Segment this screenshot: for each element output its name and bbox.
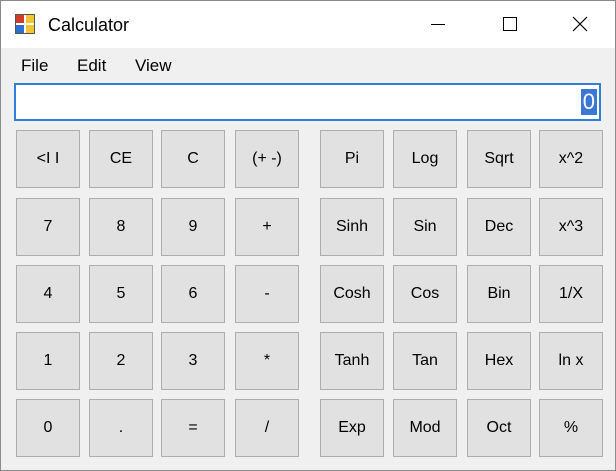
digit-4-button[interactable]: 4 [16, 265, 80, 323]
title-bar[interactable]: Calculator [1, 1, 615, 48]
minimize-button[interactable] [403, 1, 473, 48]
menu-edit[interactable]: Edit [77, 56, 106, 76]
reciprocal-button[interactable]: 1/X [539, 265, 603, 323]
close-button[interactable] [545, 1, 615, 48]
negate-button[interactable]: (+ -) [235, 130, 299, 188]
minimize-icon [431, 24, 445, 25]
add-button[interactable]: + [235, 198, 299, 256]
cosh-button[interactable]: Cosh [320, 265, 384, 323]
maximize-icon [503, 17, 517, 31]
maximize-button[interactable] [475, 1, 545, 48]
digit-8-button[interactable]: 8 [89, 198, 153, 256]
tanh-button[interactable]: Tanh [320, 332, 384, 390]
backspace-button[interactable]: <I I [16, 130, 80, 188]
sinh-button[interactable]: Sinh [320, 198, 384, 256]
clear-entry-button[interactable]: CE [89, 130, 153, 188]
divide-button[interactable]: / [235, 399, 299, 457]
natural-log-button[interactable]: ln x [539, 332, 603, 390]
bin-button[interactable]: Bin [467, 265, 531, 323]
digit-2-button[interactable]: 2 [89, 332, 153, 390]
digit-3-button[interactable]: 3 [161, 332, 225, 390]
cube-button[interactable]: x^3 [539, 198, 603, 256]
menu-bar: File Edit View [1, 48, 615, 78]
hex-button[interactable]: Hex [467, 332, 531, 390]
equals-button[interactable]: = [161, 399, 225, 457]
sqrt-button[interactable]: Sqrt [467, 130, 531, 188]
calculator-app-icon [15, 14, 35, 34]
window-title: Calculator [48, 15, 130, 35]
calculator-window: Calculator File Edit View 0 <I I CE C (+… [0, 0, 616, 471]
digit-6-button[interactable]: 6 [161, 265, 225, 323]
display-field[interactable]: 0 [14, 83, 601, 121]
mod-button[interactable]: Mod [393, 399, 457, 457]
menu-file[interactable]: File [21, 56, 48, 76]
digit-0-button[interactable]: 0 [16, 399, 80, 457]
oct-button[interactable]: Oct [467, 399, 531, 457]
digit-9-button[interactable]: 9 [161, 198, 225, 256]
close-icon [572, 16, 588, 32]
digit-5-button[interactable]: 5 [89, 265, 153, 323]
digit-1-button[interactable]: 1 [16, 332, 80, 390]
sin-button[interactable]: Sin [393, 198, 457, 256]
exp-button[interactable]: Exp [320, 399, 384, 457]
digit-7-button[interactable]: 7 [16, 198, 80, 256]
square-button[interactable]: x^2 [539, 130, 603, 188]
cos-button[interactable]: Cos [393, 265, 457, 323]
subtract-button[interactable]: - [235, 265, 299, 323]
pi-button[interactable]: Pi [320, 130, 384, 188]
tan-button[interactable]: Tan [393, 332, 457, 390]
multiply-button[interactable]: * [235, 332, 299, 390]
dec-button[interactable]: Dec [467, 198, 531, 256]
decimal-point-button[interactable]: . [89, 399, 153, 457]
percent-button[interactable]: % [539, 399, 603, 457]
log-button[interactable]: Log [393, 130, 457, 188]
clear-button[interactable]: C [161, 130, 225, 188]
display-value: 0 [580, 89, 597, 115]
menu-view[interactable]: View [135, 56, 172, 76]
